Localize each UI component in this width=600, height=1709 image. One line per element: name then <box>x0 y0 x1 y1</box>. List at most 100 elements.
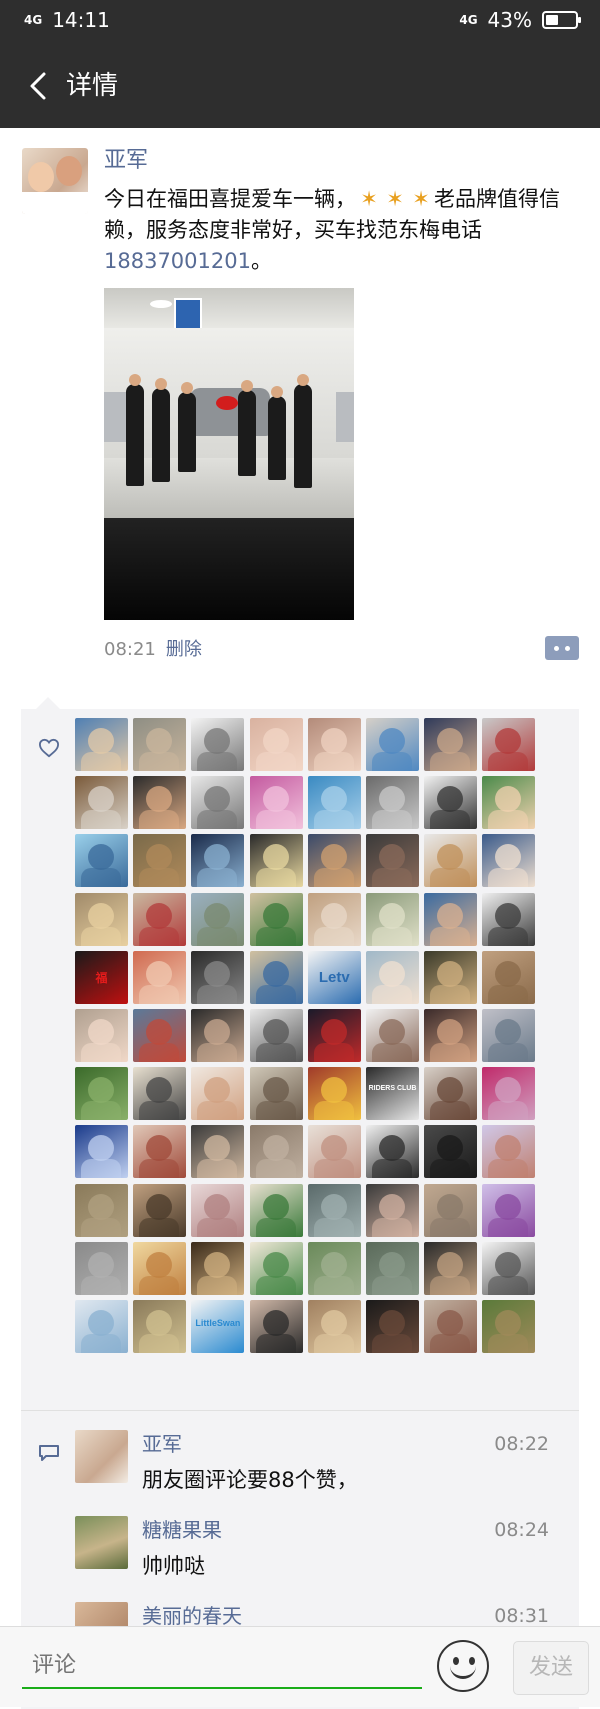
like-avatar[interactable] <box>307 718 361 771</box>
like-avatar[interactable] <box>482 834 536 888</box>
comment-item[interactable]: 亚军 08:22 朋友圈评论要88个赞， <box>75 1430 565 1492</box>
like-avatar[interactable] <box>191 718 245 771</box>
like-avatar[interactable] <box>191 834 245 888</box>
like-avatar[interactable] <box>307 1183 361 1237</box>
like-avatar[interactable] <box>191 1183 245 1237</box>
like-avatar[interactable] <box>482 1009 536 1062</box>
like-avatar[interactable] <box>307 892 361 946</box>
author-avatar[interactable] <box>22 148 88 214</box>
like-avatar[interactable] <box>249 1009 303 1062</box>
comment-avatar[interactable] <box>75 1430 128 1483</box>
like-avatar[interactable] <box>249 776 303 830</box>
like-avatar[interactable] <box>482 776 536 830</box>
like-avatar[interactable]: Letv <box>307 950 361 1004</box>
comment-item[interactable]: 美丽的春天 08:31 <box>75 1602 565 1626</box>
phone-link[interactable]: 18837001201 <box>104 249 251 273</box>
like-avatar[interactable] <box>424 718 478 771</box>
like-avatar[interactable] <box>366 1241 419 1295</box>
delete-link[interactable]: 删除 <box>166 639 202 660</box>
comment-avatar[interactable] <box>75 1516 128 1569</box>
like-avatar[interactable] <box>307 1009 361 1062</box>
like-avatar[interactable] <box>133 1183 187 1237</box>
like-avatar[interactable] <box>133 718 187 771</box>
like-avatar[interactable] <box>482 950 536 1004</box>
like-avatar[interactable] <box>75 776 128 830</box>
like-avatar[interactable] <box>75 1300 128 1353</box>
like-avatar[interactable] <box>307 776 361 830</box>
like-avatar[interactable] <box>424 1183 478 1237</box>
like-avatar[interactable] <box>482 1067 536 1121</box>
like-avatar[interactable] <box>75 1067 128 1121</box>
like-avatar[interactable]: 福 <box>75 950 128 1004</box>
like-avatar[interactable] <box>424 1300 478 1353</box>
comment-input[interactable] <box>22 1643 422 1689</box>
like-avatar[interactable] <box>307 834 361 888</box>
like-avatar[interactable] <box>191 892 245 946</box>
like-avatar[interactable] <box>75 718 128 771</box>
like-avatar[interactable]: RIDERS CLUB <box>366 1067 419 1121</box>
like-avatar[interactable] <box>75 834 128 888</box>
like-avatar[interactable] <box>424 950 478 1004</box>
comment-avatar[interactable] <box>75 1602 128 1626</box>
like-avatar[interactable] <box>366 834 419 888</box>
like-avatar[interactable] <box>307 1067 361 1121</box>
send-button[interactable]: 发送 <box>513 1641 589 1695</box>
like-avatar[interactable] <box>133 776 187 830</box>
like-avatar[interactable] <box>424 1009 478 1062</box>
like-avatar[interactable] <box>366 1183 419 1237</box>
like-avatar[interactable] <box>249 1300 303 1353</box>
like-avatar[interactable] <box>191 1241 245 1295</box>
like-avatar[interactable] <box>191 1067 245 1121</box>
like-avatar[interactable] <box>424 1067 478 1121</box>
like-avatar[interactable] <box>366 1125 419 1179</box>
like-avatar[interactable] <box>366 776 419 830</box>
like-avatar[interactable] <box>249 1125 303 1179</box>
like-avatar[interactable] <box>75 1183 128 1237</box>
comment-item[interactable]: 糖糖果果 08:24 帅帅哒 <box>75 1516 565 1578</box>
comment-author[interactable]: 糖糖果果 <box>142 1516 222 1544</box>
like-avatar[interactable] <box>249 834 303 888</box>
like-avatar[interactable] <box>307 1300 361 1353</box>
like-avatar[interactable] <box>307 1241 361 1295</box>
like-avatar[interactable] <box>133 1125 187 1179</box>
like-avatar[interactable] <box>482 892 536 946</box>
like-avatar[interactable] <box>133 1300 187 1353</box>
like-avatar[interactable] <box>75 1009 128 1062</box>
like-avatar[interactable] <box>249 892 303 946</box>
like-avatar[interactable] <box>482 1125 536 1179</box>
like-avatar[interactable] <box>133 1241 187 1295</box>
like-avatar[interactable] <box>249 1067 303 1121</box>
like-avatar[interactable] <box>133 834 187 888</box>
like-avatar[interactable] <box>191 776 245 830</box>
like-avatar[interactable] <box>133 950 187 1004</box>
like-avatar[interactable] <box>366 892 419 946</box>
like-avatar[interactable] <box>424 834 478 888</box>
like-avatar[interactable] <box>249 1241 303 1295</box>
like-avatar[interactable] <box>191 950 245 1004</box>
like-avatar[interactable] <box>133 1009 187 1062</box>
like-avatar[interactable] <box>424 892 478 946</box>
like-avatar[interactable] <box>75 1241 128 1295</box>
like-avatar[interactable] <box>249 1183 303 1237</box>
like-avatar[interactable] <box>424 1241 478 1295</box>
like-avatar[interactable] <box>366 1300 419 1353</box>
like-avatar[interactable]: LittleSwan <box>191 1300 245 1353</box>
like-avatar[interactable] <box>424 1125 478 1179</box>
like-avatar[interactable] <box>482 1241 536 1295</box>
like-avatar[interactable] <box>482 1183 536 1237</box>
comment-author[interactable]: 亚军 <box>142 1430 182 1458</box>
like-avatar[interactable] <box>366 1009 419 1062</box>
like-avatar[interactable] <box>191 1009 245 1062</box>
like-avatar[interactable] <box>249 718 303 771</box>
like-avatar[interactable] <box>249 950 303 1004</box>
more-dots-icon[interactable] <box>545 636 579 660</box>
post-photo[interactable] <box>104 288 354 620</box>
like-avatar[interactable] <box>133 1067 187 1121</box>
emoji-icon[interactable] <box>437 1640 489 1692</box>
author-name[interactable]: 亚军 <box>104 146 148 176</box>
like-avatar[interactable] <box>75 892 128 946</box>
like-avatar[interactable] <box>482 1300 536 1353</box>
like-avatar[interactable] <box>482 718 536 771</box>
like-avatar[interactable] <box>424 776 478 830</box>
like-avatar[interactable] <box>191 1125 245 1179</box>
